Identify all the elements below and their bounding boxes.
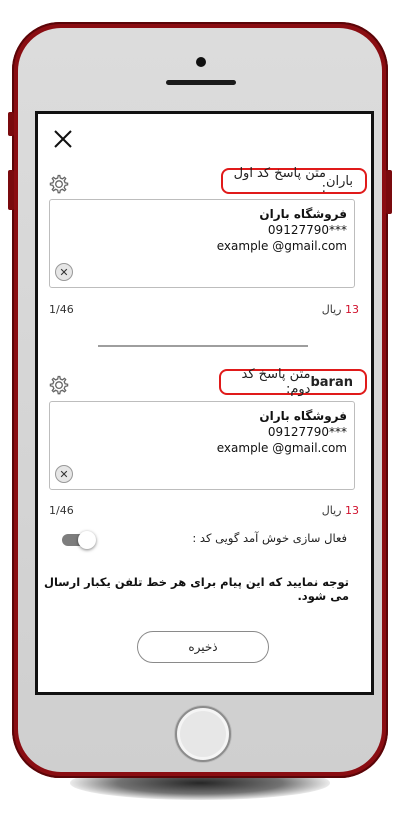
first-char-counter: 1/46 bbox=[49, 303, 74, 316]
section-divider bbox=[98, 345, 308, 347]
first-code-value: باران bbox=[325, 173, 353, 189]
second-code-value: baran bbox=[310, 374, 353, 390]
message-line: فروشگاه باران bbox=[259, 207, 347, 221]
second-message-field[interactable]: فروشگاه باران 09127790*** example @gmail… bbox=[49, 401, 355, 490]
message-line: فروشگاه باران bbox=[259, 409, 347, 423]
gear-icon[interactable] bbox=[48, 374, 70, 396]
message-line: 09127790*** bbox=[267, 223, 347, 237]
save-button[interactable]: ذخیره bbox=[137, 631, 269, 663]
close-icon[interactable] bbox=[52, 128, 74, 150]
toggle-knob bbox=[78, 531, 96, 549]
second-message-text: فروشگاه باران 09127790*** example @gmail… bbox=[217, 408, 347, 456]
second-code-label-prefix: متن پاسخ کد دوم: bbox=[241, 367, 311, 397]
first-code-label-prefix: متن پاسخ کد اول : bbox=[233, 166, 326, 196]
first-code-label: متن پاسخ کد اول : باران bbox=[221, 166, 367, 196]
second-code-label: متن پاسخ کد دوم: baran bbox=[219, 367, 367, 397]
front-camera bbox=[196, 57, 206, 67]
welcome-toggle[interactable] bbox=[62, 531, 96, 549]
home-button bbox=[175, 706, 231, 762]
second-cost-unit: ریال bbox=[321, 504, 342, 517]
earpiece-speaker bbox=[166, 80, 236, 85]
second-cost-number: 13 bbox=[345, 504, 359, 517]
gear-icon[interactable] bbox=[48, 173, 70, 195]
welcome-toggle-label: فعال سازی خوش آمد گویی کد : bbox=[192, 531, 347, 545]
side-button bbox=[8, 112, 14, 136]
first-message-field[interactable]: فروشگاه باران 09127790*** example @gmail… bbox=[49, 199, 355, 288]
first-cost: 13 ریال bbox=[322, 303, 359, 316]
screen: متن پاسخ کد اول : باران فروشگاه باران 09… bbox=[35, 111, 374, 695]
message-line: 09127790*** bbox=[267, 425, 347, 439]
notice-text: توجه نمایید که این پیام برای هر خط تلفن … bbox=[44, 575, 349, 603]
clear-icon[interactable]: ✕ bbox=[55, 263, 73, 281]
first-cost-unit: ریال bbox=[321, 303, 342, 316]
message-line: example @gmail.com bbox=[216, 441, 347, 455]
second-char-counter: 1/46 bbox=[49, 504, 74, 517]
message-line: example @gmail.com bbox=[216, 239, 347, 253]
first-cost-number: 13 bbox=[345, 303, 359, 316]
second-cost: 13 ریال bbox=[322, 504, 359, 517]
clear-icon[interactable]: ✕ bbox=[55, 465, 73, 483]
first-message-text: فروشگاه باران 09127790*** example @gmail… bbox=[217, 206, 347, 254]
side-button bbox=[386, 170, 392, 214]
side-button bbox=[8, 170, 14, 210]
